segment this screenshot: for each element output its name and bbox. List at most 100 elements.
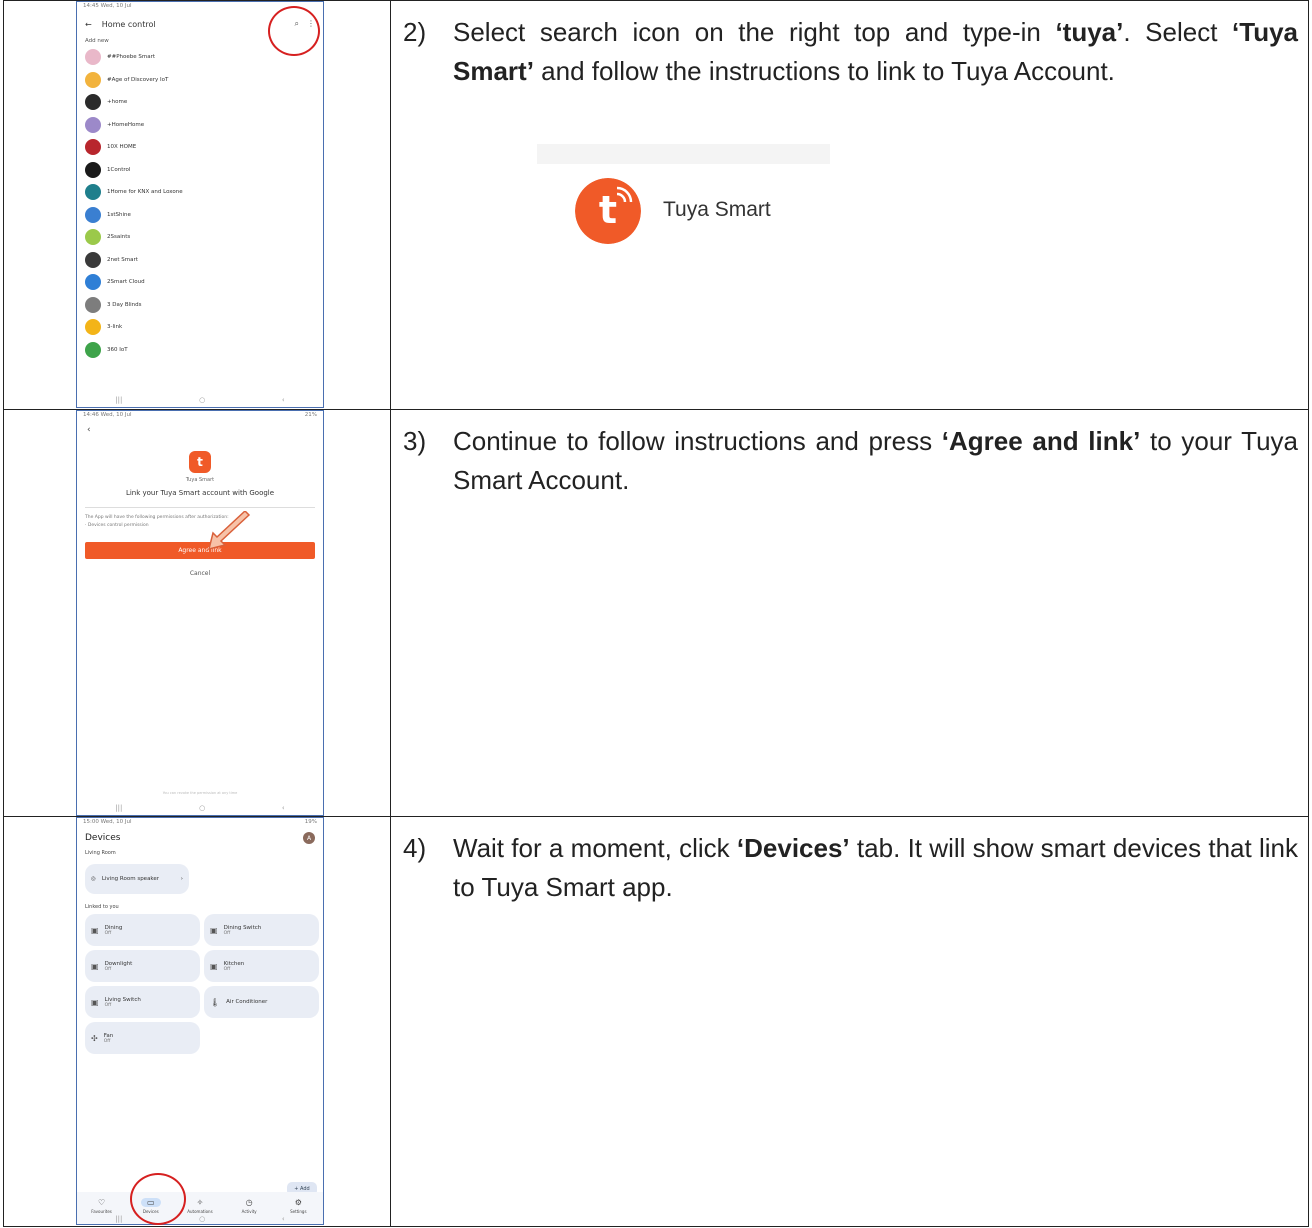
avatar[interactable]: A: [303, 832, 315, 844]
permission-item: · Devices control permission: [85, 523, 149, 528]
back-arrow-icon[interactable]: ‹: [77, 423, 323, 437]
list-item-label: 10X HOME: [107, 144, 137, 151]
permission-text: The App will have the following permissi…: [85, 515, 229, 520]
device-icon: ✣: [91, 1033, 98, 1043]
device-tile[interactable]: ▣ Living Switch Off: [85, 986, 200, 1018]
device-tile[interactable]: ▣ Downlight Off: [85, 950, 200, 982]
screenshot-cell: 14:46 Wed, 10 Jul 21% ‹ t Tuya Smart Link…: [3, 409, 391, 817]
instruction-paragraph: Select search icon on the right top and …: [453, 13, 1298, 91]
status-bar: 15:00 Wed, 10 Jul 19%: [77, 818, 323, 830]
app-logo-icon: [85, 94, 101, 111]
instruction-text-segment: . Select: [1123, 17, 1233, 47]
instruction-text: 3) Continue to follow instructions and p…: [403, 422, 1298, 500]
home-icon[interactable]: ○: [199, 396, 205, 404]
speaker-label: Living Room speaker: [101, 876, 160, 882]
list-item-label: 1Control: [107, 166, 131, 173]
footer-note: You can revoke the permission at any tim…: [162, 791, 238, 795]
app-logo-icon: [85, 139, 101, 156]
devices-header: Devices A: [77, 830, 323, 846]
list-item[interactable]: 2Smart Cloud: [77, 271, 323, 294]
device-state: Off: [104, 1002, 112, 1008]
device-name: Fan: [103, 1032, 114, 1039]
back-icon[interactable]: ‹: [282, 1215, 285, 1223]
nav-bar: ||| ○ ‹: [77, 393, 323, 407]
list-item-label: 2Ssaints: [107, 234, 131, 241]
device-tile[interactable]: ▣ Dining Off: [85, 914, 200, 946]
instruction-paragraph: Wait for a moment, click ‘Devices’ tab. …: [453, 829, 1298, 907]
list-item-label: 360 IoT: [107, 346, 128, 353]
device-tile[interactable]: ▣ Kitchen Off: [204, 950, 319, 982]
highlight-circle: [268, 6, 320, 56]
list-item-label: +home: [107, 99, 128, 106]
app-logo-icon: [85, 71, 101, 88]
list-item[interactable]: 1Home for KNX and Loxone: [77, 181, 323, 204]
list-item[interactable]: +HomeHome: [77, 114, 323, 137]
list-item[interactable]: 1Control: [77, 159, 323, 182]
device-state: Off: [103, 1038, 111, 1044]
app-list: ##Phoebe Smart #Age of Discovery IoT +home…: [77, 46, 323, 361]
app-logo-icon: [85, 274, 101, 291]
device-tile[interactable]: ▣ Dining Switch Off: [204, 914, 319, 946]
agree-and-link-button[interactable]: Agree and link: [85, 542, 315, 559]
list-item[interactable]: 3-link: [77, 316, 323, 339]
list-item[interactable]: 360 IoT: [77, 339, 323, 362]
consent-title: Link your Tuya Smart account with Google: [125, 489, 275, 497]
list-item[interactable]: +home: [77, 91, 323, 114]
device-tile[interactable]: 🌡 Air Conditioner: [204, 986, 319, 1018]
activity-icon: ◷: [245, 1198, 253, 1207]
device-name: Air Conditioner: [226, 999, 268, 1005]
list-item[interactable]: 3 Day Blinds: [77, 294, 323, 317]
cancel-button[interactable]: Cancel: [77, 570, 323, 577]
table-row: 14:45 Wed, 10 Jul ← Home control ⌕ ⋮ Add …: [3, 0, 1309, 410]
device-state: Off: [223, 930, 231, 936]
device-name: Downlight: [104, 960, 133, 967]
list-item-label: 2net Smart: [107, 256, 138, 263]
app-logo-icon: [85, 229, 101, 246]
room-label: Living Room: [85, 850, 116, 856]
back-icon[interactable]: ‹: [282, 396, 285, 404]
emphasis-text: ‘tuya’: [1055, 17, 1124, 47]
list-item-label: 1Home for KNX and Loxone: [107, 189, 183, 196]
device-name: Living Switch: [104, 996, 141, 1003]
list-item[interactable]: #Age of Discovery IoT: [77, 69, 323, 92]
phone-screenshot-consent: 14:46 Wed, 10 Jul 21% ‹ t Tuya Smart Link…: [76, 410, 324, 816]
list-item[interactable]: 10X HOME: [77, 136, 323, 159]
instruction-text: 2) Select search icon on the right top a…: [403, 13, 1298, 91]
app-logo-icon: [85, 296, 101, 313]
app-logo-icon: [85, 251, 101, 268]
tuya-app-icon: t: [189, 451, 211, 473]
chevron-right-icon: ›: [180, 876, 183, 882]
battery-level: 19%: [304, 819, 317, 825]
speaker-icon: ◎: [91, 876, 96, 882]
device-icon: ▣: [91, 997, 99, 1007]
app-logo-icon: [85, 161, 101, 178]
app-logo-icon: [85, 341, 101, 358]
instruction-paragraph: Continue to follow instructions and pres…: [453, 422, 1298, 500]
recents-icon[interactable]: |||: [115, 1215, 122, 1223]
device-grid: ▣ Dining Off ▣ Dining Switch Off ▣ Downlight Off…: [77, 914, 323, 1054]
back-arrow-icon[interactable]: ←: [85, 20, 92, 29]
living-room-speaker-tile[interactable]: ◎ Living Room speaker ›: [85, 864, 189, 894]
list-item[interactable]: 1stShine: [77, 204, 323, 227]
list-item[interactable]: 2net Smart: [77, 249, 323, 272]
device-icon: ▣: [210, 961, 218, 971]
device-name: Dining Switch: [223, 924, 262, 931]
list-item-label: 3-link: [107, 324, 123, 331]
device-tile[interactable]: ✣ Fan Off: [85, 1022, 200, 1054]
device-name: Kitchen: [223, 960, 245, 967]
list-item-label: #Age of Discovery IoT: [107, 76, 169, 83]
home-icon[interactable]: ○: [199, 804, 205, 812]
list-item[interactable]: 2Ssaints: [77, 226, 323, 249]
screenshot-cell: 14:45 Wed, 10 Jul ← Home control ⌕ ⋮ Add …: [3, 0, 391, 410]
emphasis-text: ‘Devices’: [736, 833, 850, 863]
device-icon: ▣: [91, 961, 99, 971]
automations-icon: ✧: [196, 1198, 204, 1207]
recents-icon[interactable]: |||: [115, 396, 122, 404]
home-icon[interactable]: ○: [199, 1215, 205, 1223]
status-time: 15:00 Wed, 10 Jul: [83, 819, 132, 825]
linked-label: Linked to you: [85, 904, 119, 910]
instruction-text-segment: and follow the instructions to link to T…: [533, 56, 1115, 86]
recents-icon[interactable]: |||: [115, 804, 122, 812]
tuya-logo-icon: t: [575, 178, 641, 244]
back-icon[interactable]: ‹: [282, 804, 285, 812]
